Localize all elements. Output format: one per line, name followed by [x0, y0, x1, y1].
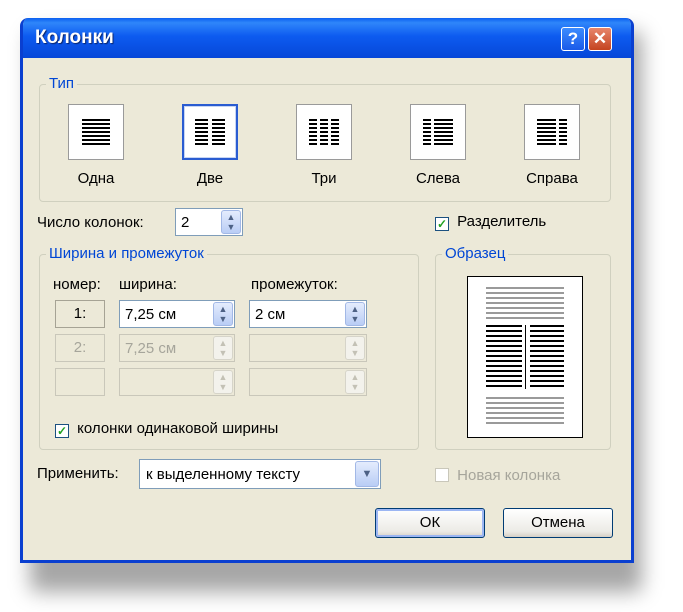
spin-down-icon: ▼ [226, 222, 236, 232]
spin-down-icon: ▼ [218, 348, 228, 358]
close-button[interactable]: ✕ [588, 27, 612, 51]
ok-button[interactable]: ОК [375, 508, 485, 538]
column-2-width: 7,25 см ▲ ▼ [119, 334, 235, 362]
spin-down-icon: ▼ [350, 382, 360, 392]
spin-up-icon: ▲ [350, 304, 360, 314]
type-left-label: Слева [415, 170, 461, 187]
column-1-spacing[interactable]: 2 см ▲ ▼ [249, 300, 367, 328]
type-right[interactable]: Справа [517, 104, 587, 187]
left-column-icon [410, 104, 466, 160]
type-one-label: Одна [77, 170, 115, 187]
spin-down-icon: ▼ [218, 382, 228, 392]
spin-down-icon: ▼ [218, 314, 228, 324]
help-icon: ? [567, 29, 579, 48]
separator-checkbox[interactable]: ✓ Разделитель [435, 213, 546, 231]
sample-label: Образец [442, 245, 509, 262]
apply-to-select[interactable]: к выделенному тексту ▼ [139, 459, 381, 489]
type-group-label: Тип [46, 75, 78, 92]
right-column-icon [524, 104, 580, 160]
new-column-label: Новая колонка [457, 467, 561, 484]
separator-label: Разделитель [457, 213, 547, 230]
column-2-spacing-spin-buttons: ▲ ▼ [345, 336, 365, 360]
column-1-number: 1: [55, 300, 105, 328]
spin-down-icon: ▼ [350, 348, 360, 358]
spin-up-icon: ▲ [350, 338, 360, 348]
num-columns-label: Число колонок: [37, 214, 144, 231]
separator-check-icon: ✓ [435, 217, 449, 231]
type-three[interactable]: Три [289, 104, 359, 187]
column-3-spacing-spin-buttons: ▲ ▼ [345, 370, 365, 394]
column-1-width-value: 7,25 см [125, 306, 177, 323]
apply-to-value: к выделенному тексту [146, 466, 301, 483]
column-1-width[interactable]: 7,25 см ▲ ▼ [119, 300, 235, 328]
type-one[interactable]: Одна [61, 104, 131, 187]
equal-width-check-icon: ✓ [55, 424, 69, 438]
type-right-label: Справа [526, 170, 578, 187]
type-left[interactable]: Слева [403, 104, 473, 187]
sample-preview-image [486, 287, 564, 424]
column-1-spacing-value: 2 см [255, 306, 286, 323]
column-2-number: 2: [55, 334, 105, 362]
two-columns-icon [182, 104, 238, 160]
col-width-header: ширина: [119, 276, 177, 293]
dialog-title: Колонки [35, 27, 114, 48]
col-number-header: номер: [53, 276, 101, 293]
new-column-check-icon [435, 468, 449, 482]
column-3-number [55, 368, 105, 396]
spin-up-icon: ▲ [218, 338, 228, 348]
num-columns-value: 2 [181, 214, 190, 231]
equal-width-checkbox[interactable]: ✓ колонки одинаковой ширины [55, 420, 278, 438]
three-columns-icon [296, 104, 352, 160]
one-column-icon [68, 104, 124, 160]
title-bar: Колонки ? ✕ [23, 18, 631, 58]
column-2-width-spin-buttons: ▲ ▼ [213, 336, 233, 360]
spin-up-icon: ▲ [350, 372, 360, 382]
column-2-spacing: ▲ ▼ [249, 334, 367, 362]
help-button[interactable]: ? [561, 27, 585, 51]
width-spacing-label: Ширина и промежуток [46, 245, 207, 262]
column-3-width: ▲ ▼ [119, 368, 235, 396]
type-two[interactable]: Две [175, 104, 245, 187]
new-column-checkbox: Новая колонка [435, 467, 560, 484]
type-three-label: Три [311, 170, 337, 187]
num-columns-spin-buttons[interactable]: ▲ ▼ [221, 210, 241, 234]
spin-up-icon: ▲ [218, 304, 228, 314]
column-3-width-spin-buttons: ▲ ▼ [213, 370, 233, 394]
close-icon: ✕ [592, 29, 608, 48]
num-columns-spinner[interactable]: 2 ▲ ▼ [175, 208, 243, 236]
spin-up-icon: ▲ [226, 212, 236, 222]
chevron-down-icon[interactable]: ▼ [355, 461, 379, 487]
column-3-spacing: ▲ ▼ [249, 368, 367, 396]
columns-dialog: Колонки ? ✕ Тип Одна Две Три Слева Справ… [20, 18, 634, 563]
column-2-width-value: 7,25 см [125, 340, 177, 357]
col-spacing-header: промежуток: [251, 276, 338, 293]
spin-up-icon: ▲ [218, 372, 228, 382]
spin-down-icon: ▼ [350, 314, 360, 324]
sample-preview [467, 276, 583, 438]
equal-width-label: колонки одинаковой ширины [77, 420, 279, 437]
column-1-spacing-spin-buttons[interactable]: ▲ ▼ [345, 302, 365, 326]
column-1-width-spin-buttons[interactable]: ▲ ▼ [213, 302, 233, 326]
apply-label: Применить: [37, 465, 119, 482]
type-two-label: Две [196, 170, 224, 187]
cancel-button[interactable]: Отмена [503, 508, 613, 538]
